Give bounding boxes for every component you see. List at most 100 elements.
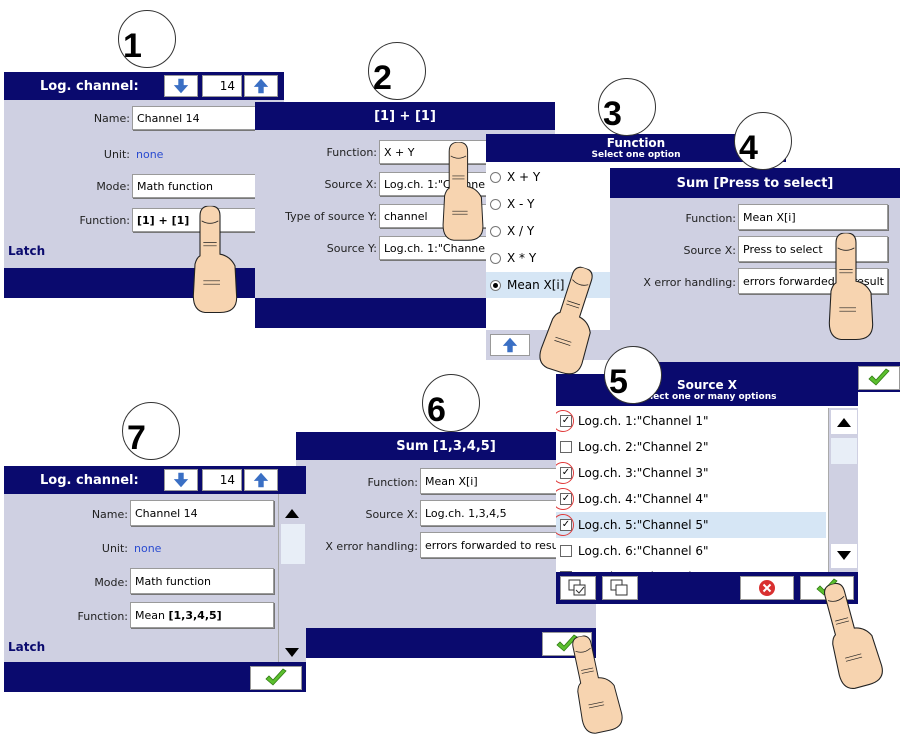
step-6-badge: 6 [422,374,480,432]
step-2-badge: 2 [368,42,426,100]
screen5-scrollbar[interactable] [828,408,858,572]
deselect-all-icon [610,579,628,596]
screen7-up-button[interactable] [244,469,278,491]
screen3-option-label: X / Y [507,224,535,238]
screen5-panel: Source X Select one or many options ✓ Log… [556,374,858,604]
screen7-scroll-thumb[interactable] [281,524,305,564]
screen1-header: Log. channel: [4,72,284,100]
screen1-up-button[interactable] [244,75,278,97]
screen3-option[interactable]: X - Y [486,191,610,217]
screen5-deselect-all-button[interactable] [602,576,638,600]
screen7-unit-value[interactable]: none [134,542,161,555]
step-1-badge: 1 [118,10,176,68]
screen7-panel: Log. channel: 14 Name: Channel 14 Unit: … [4,466,306,692]
screen1-channel-number[interactable]: 14 [202,75,242,97]
screen6-function-label: Function: [367,476,419,489]
screen7-ok-button[interactable] [250,666,302,690]
radio-icon[interactable] [490,198,501,210]
screen5-item-label: Log.ch. 6:"Channel 6" [578,544,709,558]
screen4-ok-button[interactable] [858,366,900,390]
finger-pointer-icon [813,575,890,694]
triangle-down-icon [837,551,851,560]
screen7-down-button[interactable] [164,469,198,491]
screen5-list-item[interactable]: ✓ Log.ch. 1:"Channel 1" [556,408,826,434]
screen4-header: Sum [Press to select] [610,168,900,198]
screen5-title: Source X [676,377,738,392]
screen1-unit-label: Unit: [103,148,130,161]
cancel-icon [759,580,775,596]
screen1-unit-value[interactable]: none [136,148,163,161]
screen6-header: Sum [1,3,4,5] [296,432,596,460]
screen7-name-field[interactable]: Channel 14 [130,500,274,526]
step-3-badge: 3 [598,78,656,136]
down-arrow-icon [172,471,190,489]
screen7-function-bold: [1,3,4,5] [168,608,222,622]
checkbox-icon[interactable] [560,545,572,557]
screen2-function-label: Function: [326,146,378,159]
screen5-list-item[interactable]: Log.ch. 7:"Channel 7" [556,564,826,572]
screen3-option-label: X - Y [507,197,535,211]
screen5-select-all-button[interactable] [560,576,596,600]
radio-icon[interactable] [490,252,501,264]
radio-icon[interactable] [490,279,501,291]
screen5-scroll-down-button[interactable] [831,544,857,568]
checkmark-icon [867,368,891,388]
screen2-header: [1] + [1] [255,102,555,130]
screen3-subtitle: Select one option [591,149,681,160]
screen5-item-label: Log.ch. 5:"Channel 5" [578,518,709,532]
radio-icon[interactable] [490,225,501,237]
screen5-list-item[interactable]: Log.ch. 2:"Channel 2" [556,434,826,460]
screen7-title: Log. channel: [40,472,139,488]
screen4-title: Sum [Press to select] [676,175,834,191]
screen3-scroll-up-button[interactable] [490,334,530,356]
checkbox-icon[interactable] [560,441,572,453]
up-arrow-icon [252,77,270,95]
screen5-scroll-thumb[interactable] [831,438,857,464]
screen6-sourcex-label: Source X: [365,508,418,521]
screen7-channel-number[interactable]: 14 [202,469,242,491]
screen1-name-label: Name: [93,112,130,125]
screen5-list-item[interactable]: ✓ Log.ch. 4:"Channel 4" [556,486,826,512]
select-all-icon [568,579,586,596]
triangle-up-icon [837,418,851,427]
screen5-item-label: Log.ch. 4:"Channel 4" [578,492,709,506]
screen4-sourcex-label: Source X: [683,244,736,257]
screen7-function-field[interactable]: Mean [1,3,4,5] [130,602,274,628]
screen1-function-label: Function: [79,214,131,227]
step-7-badge: 7 [122,402,180,460]
screen7-scroll-down-button[interactable] [283,644,301,663]
screen7-function-prefix: Mean [135,608,165,622]
step-5-badge: 5 [604,346,662,404]
screen3-option[interactable]: X / Y [486,218,610,244]
down-arrow-icon [172,77,190,95]
screen6-xerr-label: X error handling: [325,540,418,553]
screen3-option[interactable]: X + Y [486,164,610,190]
screen3-title: Function [606,135,666,150]
screen3-option[interactable]: X * Y [486,245,610,271]
screen1-latch[interactable]: Latch [8,244,45,258]
screen3-option-label: X * Y [507,251,537,265]
screen7-latch[interactable]: Latch [8,640,45,654]
screen2-title: [1] + [1] [374,108,436,124]
step-4-badge: 4 [734,112,792,170]
radio-icon[interactable] [490,171,501,183]
screen4-function-field[interactable]: Mean X[i] [738,204,888,230]
screen1-down-button[interactable] [164,75,198,97]
screen7-mode-field[interactable]: Math function [130,568,274,594]
screen5-subtitle: Select one or many options [637,391,777,402]
screen1-title: Log. channel: [40,78,139,94]
screen5-list-item[interactable]: Log.ch. 6:"Channel 6" [556,538,826,564]
screen5-list-item[interactable]: ✓ Log.ch. 3:"Channel 3" [556,460,826,486]
screen7-name-label: Name: [91,508,128,521]
screen5-scroll-up-button[interactable] [831,410,857,434]
screen5-item-label: Log.ch. 1:"Channel 1" [578,414,709,428]
screen5-list-item[interactable]: ✓ Log.ch. 5:"Channel 5" [556,512,826,538]
screen5-cancel-button[interactable] [740,576,794,600]
screen5-item-label: Log.ch. 3:"Channel 3" [578,466,709,480]
screen7-scrollbar[interactable] [278,494,306,662]
screen7-scroll-up-button[interactable] [283,504,301,523]
screen1-bottom-bar [4,268,284,298]
screen2-sourcey-label: Source Y: [326,242,377,255]
screen1-mode-label: Mode: [96,180,130,193]
screen2-sourcex-label: Source X: [324,178,377,191]
